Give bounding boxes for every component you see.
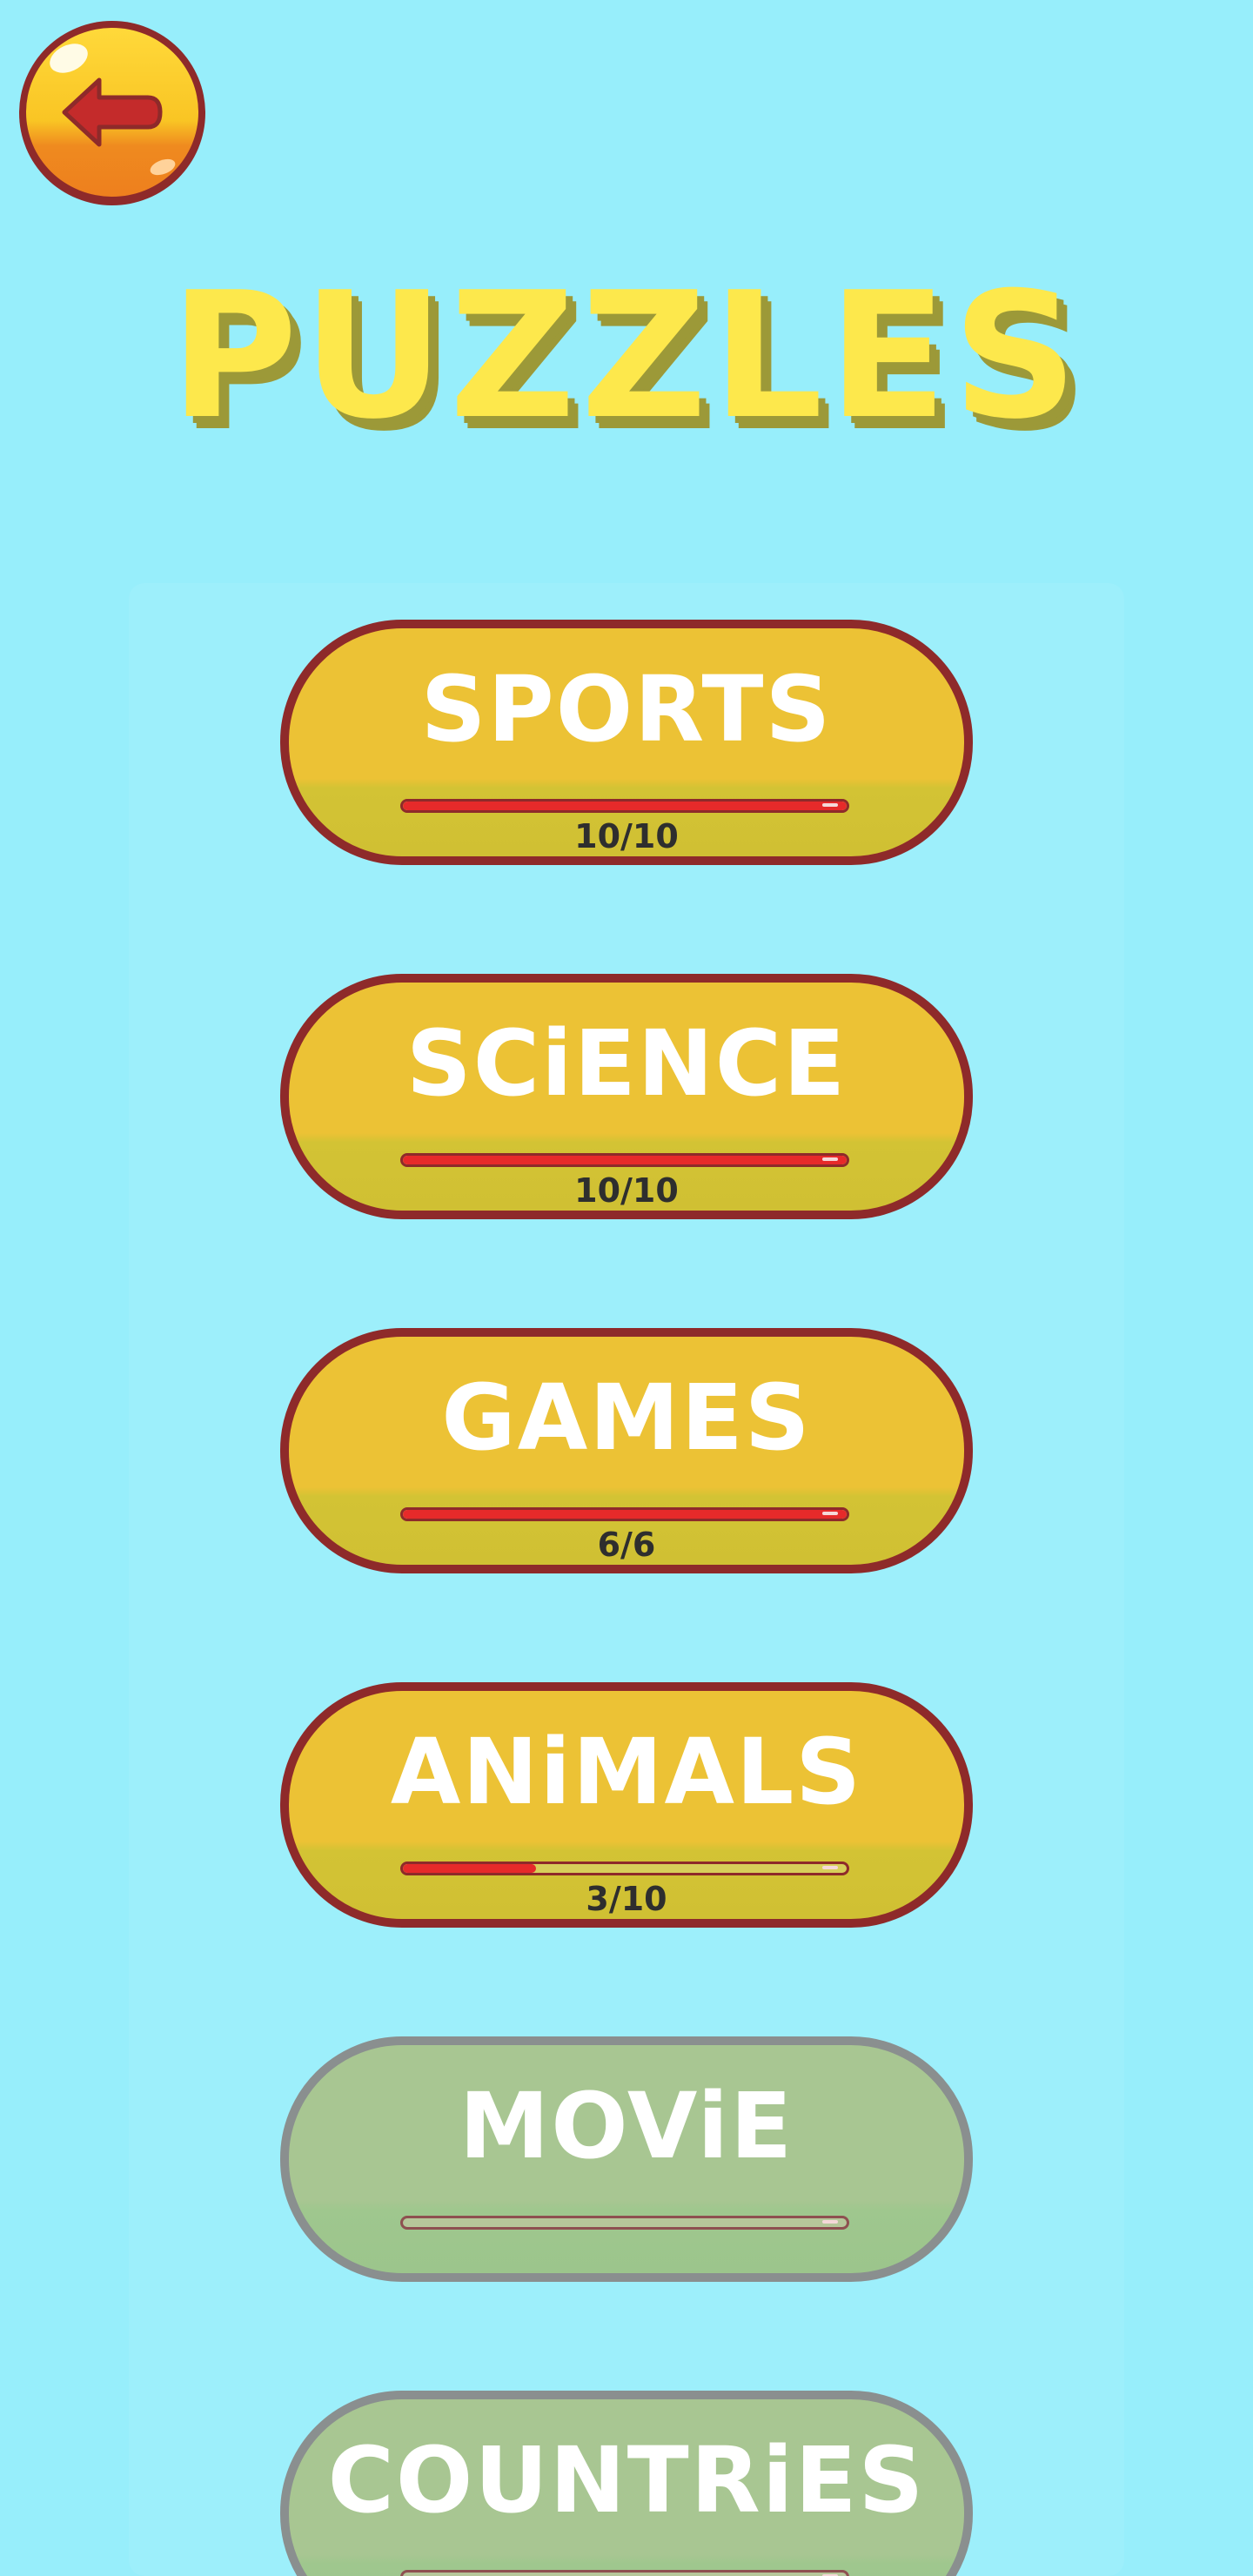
progress-bar-fill (403, 802, 847, 810)
category-button-sports[interactable]: SPORTS 10/10 (280, 620, 973, 865)
progress-count: 10/10 (574, 817, 679, 855)
category-label: SCiENCE (405, 1010, 848, 1117)
button-shine-small (148, 156, 178, 178)
category-label: COUNTRiES (327, 2427, 926, 2533)
progress-bar-shine (822, 1512, 838, 1515)
progress-count: 10/10 (574, 1171, 679, 1210)
progress-bar-fill (403, 1156, 847, 1164)
progress-bar-shine (822, 1157, 838, 1161)
category-button-movie: MOViE (280, 2036, 973, 2282)
progress-bar-shine (822, 1866, 838, 1869)
progress-bar (400, 2216, 849, 2230)
progress-bar (400, 2570, 849, 2576)
category-button-science[interactable]: SCiENCE 10/10 (280, 974, 973, 1219)
back-arrow-icon (62, 77, 163, 147)
progress-bar-shine (822, 2220, 838, 2224)
page-title: PUZZLES (170, 255, 1083, 458)
progress-count: 3/10 (586, 1880, 667, 1918)
puzzles-screen: PUZZLES SPORTS 10/10 SCiENCE 10/10 GAMES 6/6 A… (0, 0, 1253, 2576)
category-button-countries: COUNTRiES (280, 2391, 973, 2576)
progress-bar-fill (403, 1510, 847, 1519)
category-button-animals[interactable]: ANiMALS 3/10 (280, 1682, 973, 1928)
back-button[interactable] (19, 21, 205, 205)
back-button-face (26, 28, 198, 197)
category-label: ANiMALS (390, 1719, 863, 1825)
category-button-games[interactable]: GAMES 6/6 (280, 1328, 973, 1573)
category-label: GAMES (441, 1365, 812, 1471)
progress-count: 6/6 (597, 1526, 656, 1564)
category-label: SPORTS (420, 656, 833, 762)
progress-bar-shine (822, 803, 838, 807)
progress-bar (400, 799, 849, 813)
category-label: MOViE (459, 2073, 794, 2179)
progress-bar (400, 1507, 849, 1521)
progress-bar (400, 1862, 849, 1875)
progress-bar-fill (403, 1864, 536, 1873)
progress-bar (400, 1153, 849, 1167)
